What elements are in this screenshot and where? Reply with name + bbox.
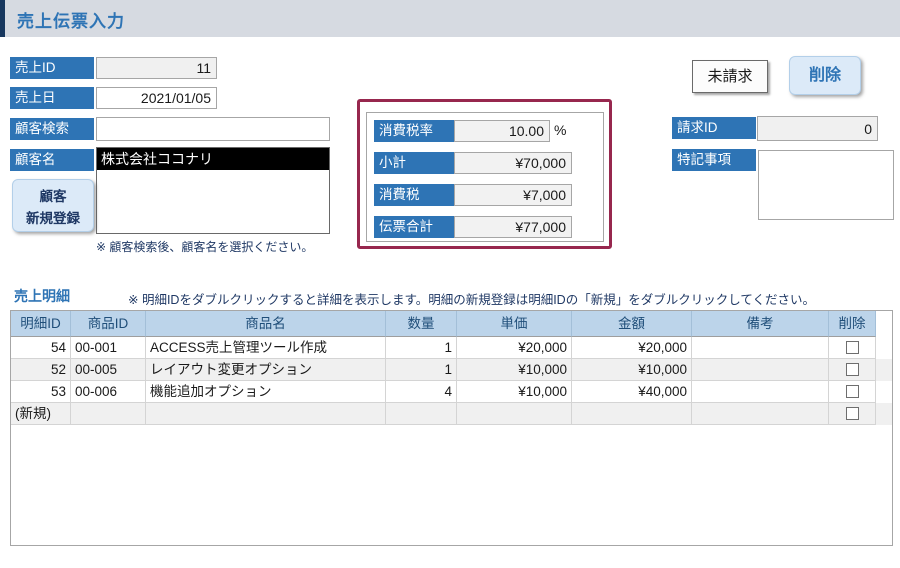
sales-voucher-form: 売上伝票入力 売上ID 売上日 顧客検索 顧客名 株式会社ココナリ 顧客 新規登… (0, 0, 900, 568)
cell-product-name[interactable] (146, 403, 386, 425)
delete-checkbox[interactable] (846, 341, 859, 354)
cell-detail-id[interactable]: 54 (11, 337, 71, 359)
cell-delete (829, 359, 876, 381)
cell-product-id[interactable]: 00-001 (71, 337, 146, 359)
details-title: 売上明細 (14, 286, 70, 306)
col-header-unit-price: 単価 (457, 311, 572, 337)
cell-detail-id[interactable]: (新規) (11, 403, 71, 425)
tax-summary-highlight-box: 消費税率 % 小計 消費税 伝票合計 (357, 99, 612, 249)
customer-register-label-line1: 顧客 (40, 189, 67, 204)
tax-summary-panel: 消費税率 % 小計 消費税 伝票合計 (366, 112, 604, 242)
tax-amount-label: 消費税 (374, 184, 458, 206)
invoice-id-field (757, 116, 878, 141)
cell-unit-price[interactable] (457, 403, 572, 425)
title-bar: 売上伝票入力 (0, 0, 900, 37)
cell-qty[interactable]: 4 (386, 381, 457, 403)
customer-register-label-line2: 新規登録 (26, 211, 80, 226)
col-header-delete: 削除 (829, 311, 876, 337)
row-filler (876, 381, 892, 403)
customer-register-button[interactable]: 顧客 新規登録 (12, 179, 94, 232)
table-row: 54 00-001 ACCESS売上管理ツール作成 1 ¥20,000 ¥20,… (11, 337, 892, 359)
tax-rate-field (454, 120, 550, 142)
row-filler (876, 403, 892, 425)
delete-checkbox[interactable] (846, 407, 859, 420)
table-row-new-record: (新規) (11, 403, 892, 425)
cell-product-id[interactable] (71, 403, 146, 425)
col-header-remarks: 備考 (692, 311, 829, 337)
cell-product-name[interactable]: 機能追加オプション (146, 381, 386, 403)
sales-date-label: 売上日 (10, 87, 94, 109)
cell-unit-price[interactable]: ¥10,000 (457, 359, 572, 381)
col-header-product-id: 商品ID (71, 311, 146, 337)
cell-amount[interactable]: ¥10,000 (572, 359, 692, 381)
cell-delete (829, 337, 876, 359)
col-header-product-name: 商品名 (146, 311, 386, 337)
customer-name-label: 顧客名 (10, 149, 94, 171)
cell-amount[interactable]: ¥20,000 (572, 337, 692, 359)
cell-product-id[interactable]: 00-005 (71, 359, 146, 381)
table-row: 53 00-006 機能追加オプション 4 ¥10,000 ¥40,000 (11, 381, 892, 403)
customer-search-label: 顧客検索 (10, 118, 94, 140)
row-filler (876, 359, 892, 381)
table-row: 52 00-005 レイアウト変更オプション 1 ¥10,000 ¥10,000 (11, 359, 892, 381)
cell-amount[interactable]: ¥40,000 (572, 381, 692, 403)
subtotal-label: 小計 (374, 152, 458, 174)
details-datasheet: 明細ID 商品ID 商品名 数量 単価 金額 備考 削除 54 00-001 A… (10, 310, 893, 546)
cell-amount[interactable] (572, 403, 692, 425)
sales-date-field[interactable] (96, 87, 217, 109)
details-note: ※ 明細IDをダブルクリックすると詳細を表示します。明細の新規登録は明細IDの「… (128, 289, 815, 308)
delete-checkbox[interactable] (846, 385, 859, 398)
cell-remarks[interactable] (692, 403, 829, 425)
cell-detail-id[interactable]: 52 (11, 359, 71, 381)
delete-checkbox[interactable] (846, 363, 859, 376)
subtotal-field (454, 152, 572, 174)
voucher-total-label: 伝票合計 (374, 216, 458, 238)
sales-id-label: 売上ID (10, 57, 94, 79)
remarks-label: 特記事項 (672, 149, 756, 171)
cell-qty[interactable]: 1 (386, 359, 457, 381)
col-header-detail-id: 明細ID (11, 311, 71, 337)
customer-name-selected-item[interactable]: 株式会社ココナリ (97, 148, 329, 170)
customer-note: ※ 顧客検索後、顧客名を選択ください。 (96, 238, 313, 255)
details-header-row: 明細ID 商品ID 商品名 数量 単価 金額 備考 削除 (11, 311, 892, 337)
cell-qty[interactable] (386, 403, 457, 425)
header-filler (876, 311, 892, 337)
cell-product-id[interactable]: 00-006 (71, 381, 146, 403)
cell-delete (829, 381, 876, 403)
titlebar-accent (0, 0, 5, 37)
tax-amount-field (454, 184, 572, 206)
customer-search-input[interactable] (96, 117, 330, 141)
col-header-qty: 数量 (386, 311, 457, 337)
invoice-id-label: 請求ID (672, 117, 756, 139)
cell-remarks[interactable] (692, 359, 829, 381)
cell-qty[interactable]: 1 (386, 337, 457, 359)
cell-delete (829, 403, 876, 425)
cell-unit-price[interactable]: ¥10,000 (457, 381, 572, 403)
unbilled-button[interactable]: 未請求 (692, 60, 768, 93)
sales-id-field (96, 57, 217, 79)
cell-product-name[interactable]: ACCESS売上管理ツール作成 (146, 337, 386, 359)
row-filler (876, 337, 892, 359)
page-title: 売上伝票入力 (17, 7, 125, 32)
cell-remarks[interactable] (692, 381, 829, 403)
cell-product-name[interactable]: レイアウト変更オプション (146, 359, 386, 381)
cell-unit-price[interactable]: ¥20,000 (457, 337, 572, 359)
tax-rate-label: 消費税率 (374, 120, 458, 142)
tax-rate-percent-suffix: % (554, 122, 566, 138)
cell-remarks[interactable] (692, 337, 829, 359)
col-header-amount: 金額 (572, 311, 692, 337)
remarks-textarea[interactable] (758, 150, 894, 220)
customer-name-listbox[interactable]: 株式会社ココナリ (96, 147, 330, 234)
voucher-total-field (454, 216, 572, 238)
cell-detail-id[interactable]: 53 (11, 381, 71, 403)
delete-button[interactable]: 削除 (789, 56, 861, 95)
